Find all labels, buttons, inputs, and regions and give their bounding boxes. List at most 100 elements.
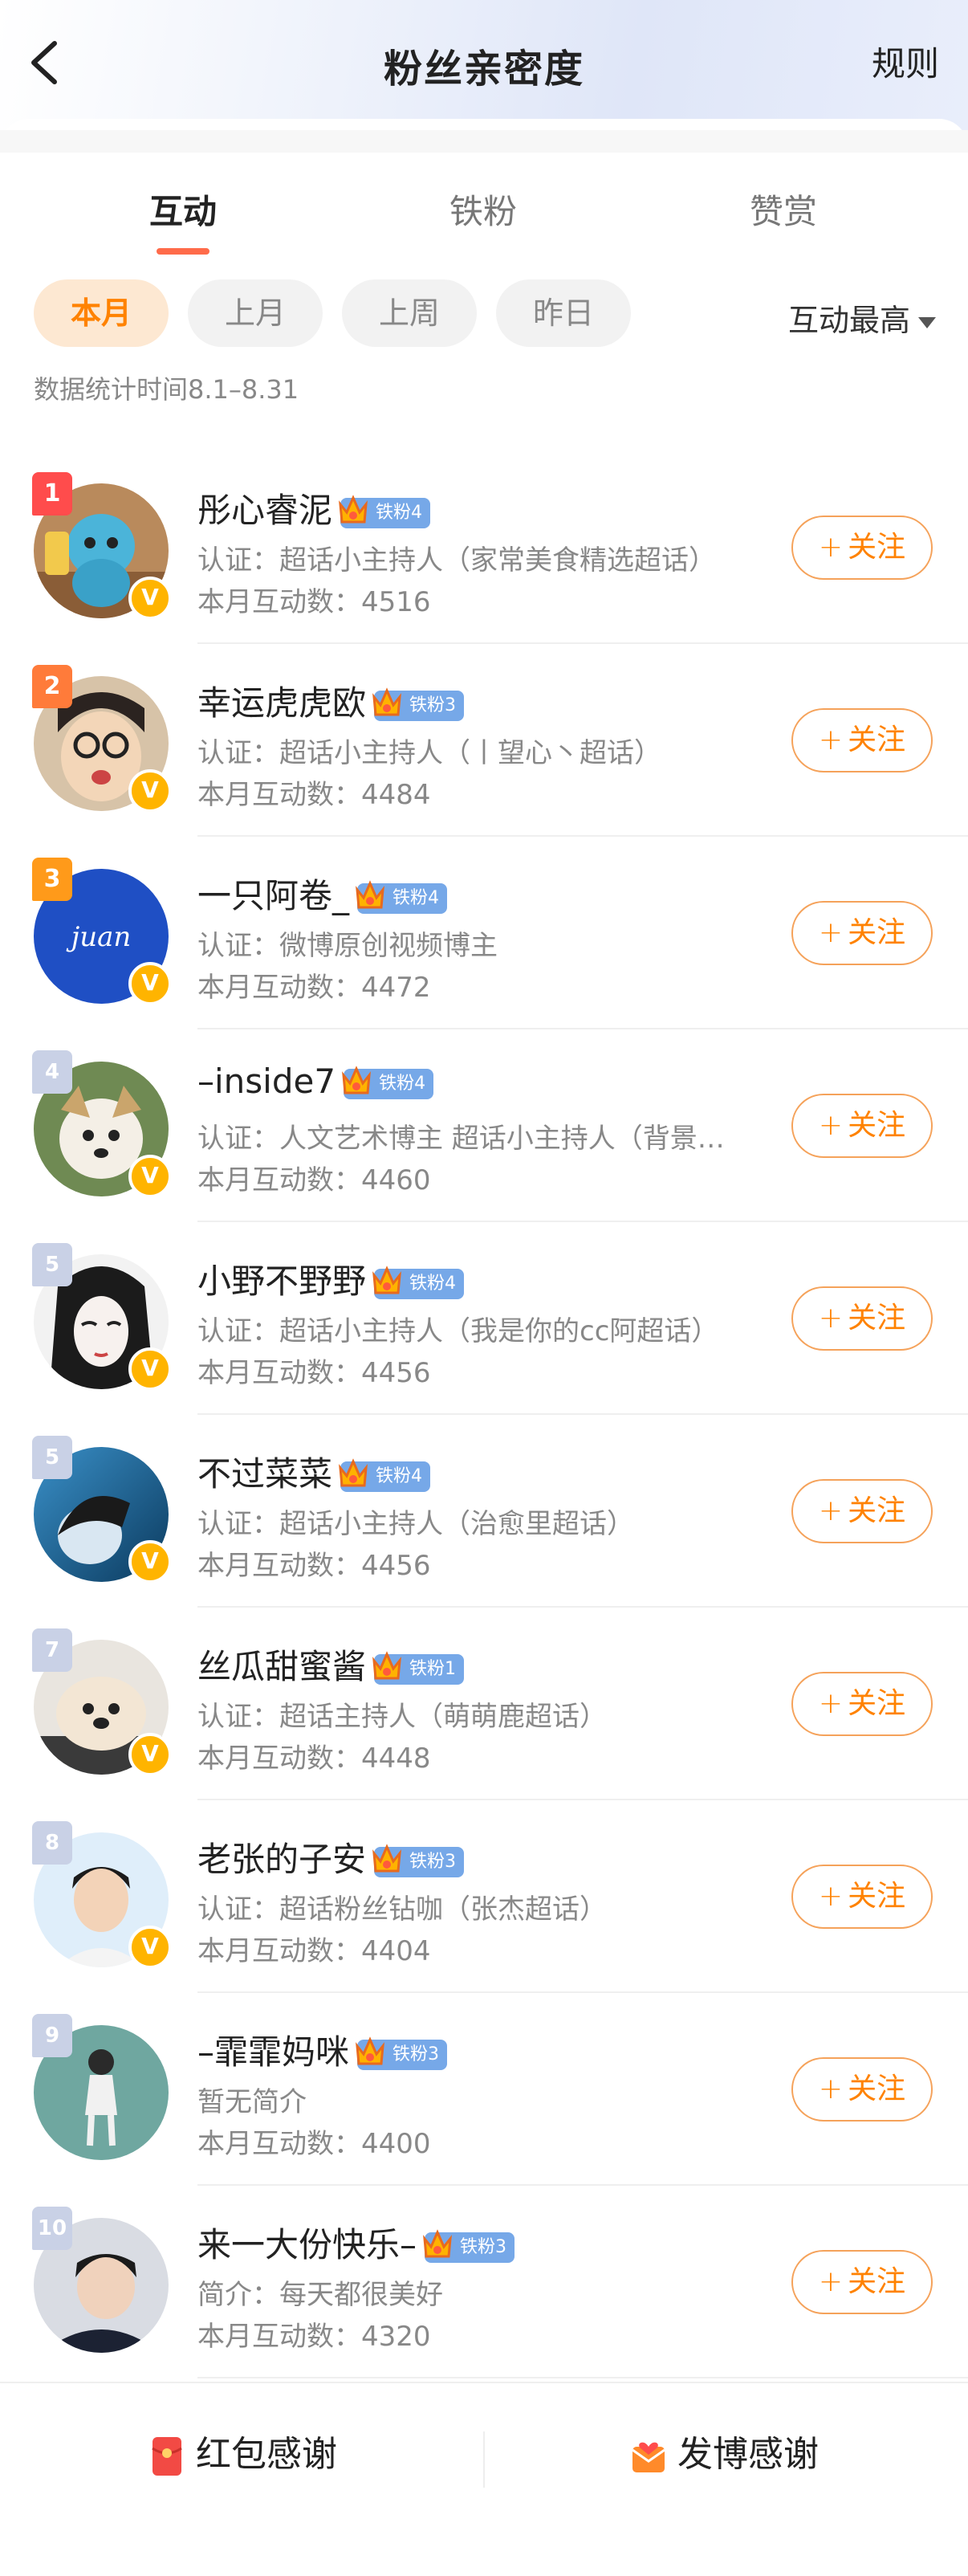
plus-icon: + xyxy=(818,1880,844,1913)
interaction-count: 本月互动数：4404 xyxy=(197,1935,431,1967)
interaction-count: 本月互动数：4448 xyxy=(197,1742,431,1775)
tab-active-indicator xyxy=(157,248,209,255)
plus-icon: + xyxy=(818,531,844,564)
crown-icon xyxy=(372,1843,401,1872)
crown-icon xyxy=(372,1650,401,1679)
fan-certification: 暂无简介 xyxy=(197,2086,307,2118)
follow-button[interactable]: + 关注 xyxy=(791,1286,933,1351)
plus-icon: + xyxy=(818,1494,844,1527)
filter-this-month[interactable]: 本月 xyxy=(34,279,169,347)
rules-link[interactable]: 规则 xyxy=(872,37,939,86)
rank-badge: 5 xyxy=(32,1243,72,1286)
filter-yesterday[interactable]: 昨日 xyxy=(496,279,631,347)
list-item[interactable]: 8 V 老张的子安 铁粉3 认证：超话粉丝钻咖（张杰超话） 本月互动数：4404 … xyxy=(0,1800,968,1993)
crown-icon xyxy=(372,1265,401,1294)
fan-name-text: 不过菜菜 xyxy=(197,1454,333,1494)
rank-badge: 10 xyxy=(32,2207,72,2250)
follow-label: 关注 xyxy=(848,2073,906,2105)
fan-name-text: 老张的子安 xyxy=(197,1840,367,1879)
crown-icon xyxy=(423,2228,452,2257)
tab-bar: 互动 铁粉 赞赏 xyxy=(0,185,968,273)
list-item[interactable]: 5 V 不过菜菜 铁粉4 认证：超话小主持人（治愈里超话） 本月互动数：4456 … xyxy=(0,1415,968,1608)
plus-icon: + xyxy=(818,1302,844,1335)
follow-button[interactable]: + 关注 xyxy=(791,1094,933,1158)
rank-badge: 4 xyxy=(32,1050,72,1094)
list-item[interactable]: 7 V 丝瓜甜蜜酱 铁粉1 认证：超话主持人（萌萌鹿超话） 本月互动数：4448 … xyxy=(0,1608,968,1800)
fan-name[interactable]: 老张的子安 铁粉3 xyxy=(197,1832,465,1881)
filter-last-week[interactable]: 上周 xyxy=(342,279,477,347)
follow-label: 关注 xyxy=(848,531,906,564)
fan-name[interactable]: 不过菜菜 铁粉4 xyxy=(197,1447,431,1496)
divider xyxy=(197,2377,968,2378)
list-item[interactable]: 2 V 幸运虎虎欧 铁粉3 认证：超话小主持人（丨望心丶超话） 本月互动数：448… xyxy=(0,644,968,837)
fan-level-text: 铁粉3 xyxy=(460,2236,507,2257)
list-item[interactable]: 5 V 小野不野野 铁粉4 认证：超话小主持人（我是你的cc阿超话） 本月互动数：… xyxy=(0,1222,968,1415)
fan-name[interactable]: 一只阿卷_ 铁粉4 xyxy=(197,869,448,918)
plus-icon: + xyxy=(818,1687,844,1720)
list-item[interactable]: juan 3 V 一只阿卷_ 铁粉4 认证：微博原创视频博主 本月互动数：4472… xyxy=(0,837,968,1029)
follow-label: 关注 xyxy=(848,1302,906,1335)
fan-name-text: 丝瓜甜蜜酱 xyxy=(197,1647,367,1686)
follow-button[interactable]: + 关注 xyxy=(791,901,933,965)
fan-level-text: 铁粉4 xyxy=(392,887,440,908)
fan-name[interactable]: –霏霏妈咪 铁粉3 xyxy=(197,2025,448,2074)
fan-level-text: 铁粉4 xyxy=(379,1073,426,1094)
fan-name[interactable]: 丝瓜甜蜜酱 铁粉1 xyxy=(197,1640,465,1689)
interaction-count: 本月互动数：4400 xyxy=(197,2128,431,2160)
fan-name[interactable]: –inside7 铁粉4 xyxy=(197,1062,434,1101)
post-thanks-button[interactable]: 发博感谢 xyxy=(631,2425,819,2477)
red-packet-icon xyxy=(152,2437,182,2476)
fan-certification: 认证：超话主持人（萌萌鹿超话） xyxy=(197,1701,607,1733)
list-item[interactable]: 9 –霏霏妈咪 铁粉3 暂无简介 本月互动数：4400 + 关注 xyxy=(0,1993,968,2186)
fan-level-text: 铁粉3 xyxy=(409,1851,457,1872)
sort-label: 互动最高 xyxy=(787,303,910,338)
tab-rewards[interactable]: 赞赏 xyxy=(663,185,904,234)
fan-name-text: –霏霏妈咪 xyxy=(197,2032,350,2072)
stats-period: 数据统计时间8.1–8.31 xyxy=(34,374,299,405)
tab-label: 铁粉 xyxy=(449,192,517,231)
tab-iron-fans[interactable]: 铁粉 xyxy=(363,185,604,234)
plus-icon: + xyxy=(818,723,844,756)
fan-level-badge: 铁粉3 xyxy=(372,1843,465,1877)
filter-last-month[interactable]: 上月 xyxy=(188,279,323,347)
follow-button[interactable]: + 关注 xyxy=(791,2250,933,2314)
interaction-count: 本月互动数：4456 xyxy=(197,1357,431,1389)
divider xyxy=(0,130,968,153)
fan-certification: 简介：每天都很美好 xyxy=(197,2279,443,2311)
list-item[interactable]: 10 来一大份快乐– 铁粉3 简介：每天都很美好 本月互动数：4320 + 关注 xyxy=(0,2186,968,2378)
fan-level-badge: 铁粉3 xyxy=(356,2036,448,2070)
fan-name[interactable]: 幸运虎虎欧 铁粉3 xyxy=(197,676,465,725)
fan-level-text: 铁粉4 xyxy=(376,502,423,523)
fan-name[interactable]: 来一大份快乐– 铁粉3 xyxy=(197,2218,515,2267)
sort-dropdown[interactable]: 互动最高 xyxy=(788,296,936,340)
fan-certification: 认证：人文艺术博主 超话小主持人（背景… xyxy=(197,1123,725,1155)
crown-icon xyxy=(356,879,384,908)
fan-name[interactable]: 彤心睿泥 铁粉4 xyxy=(197,483,431,532)
fan-level-badge: 铁粉4 xyxy=(342,1065,434,1099)
crown-icon xyxy=(339,1457,368,1486)
follow-button[interactable]: + 关注 xyxy=(791,516,933,580)
fan-level-badge: 铁粉4 xyxy=(372,1265,465,1299)
verified-icon: V xyxy=(128,1155,172,1198)
dropdown-triangle-icon xyxy=(918,316,936,328)
crown-icon xyxy=(339,494,368,523)
fan-level-badge: 铁粉4 xyxy=(339,1457,431,1492)
follow-label: 关注 xyxy=(848,1687,906,1720)
verified-icon: V xyxy=(128,1926,172,1969)
follow-button[interactable]: + 关注 xyxy=(791,1865,933,1929)
fan-name[interactable]: 小野不野野 铁粉4 xyxy=(197,1254,465,1303)
follow-label: 关注 xyxy=(848,916,906,949)
red-packet-thanks-button[interactable]: 红包感谢 xyxy=(149,2425,337,2477)
list-item[interactable]: 4 V –inside7 铁粉4 认证：人文艺术博主 超话小主持人（背景… 本月互… xyxy=(0,1029,968,1222)
list-item[interactable]: 1 V 彤心睿泥 铁粉4 认证：超话小主持人（家常美食精选超话） 本月互动数：45… xyxy=(0,451,968,644)
follow-button[interactable]: + 关注 xyxy=(791,708,933,772)
fan-level-badge: 铁粉3 xyxy=(372,687,465,721)
follow-label: 关注 xyxy=(848,1880,906,1913)
follow-label: 关注 xyxy=(848,2265,906,2298)
interaction-count: 本月互动数：4472 xyxy=(197,972,431,1004)
follow-button[interactable]: + 关注 xyxy=(791,2057,933,2122)
follow-button[interactable]: + 关注 xyxy=(791,1479,933,1543)
tab-interaction[interactable]: 互动 xyxy=(63,185,303,255)
rank-badge: 2 xyxy=(32,665,72,708)
follow-button[interactable]: + 关注 xyxy=(791,1672,933,1736)
